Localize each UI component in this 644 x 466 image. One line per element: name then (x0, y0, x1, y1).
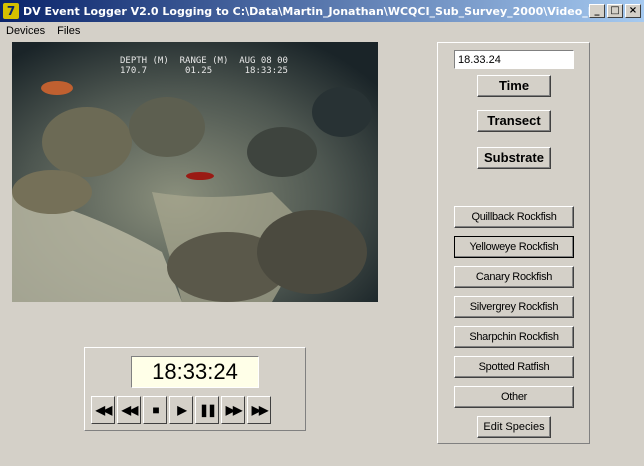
rewind-button[interactable]: ◀◀ (91, 396, 115, 424)
logger-panel: Time Transect Substrate Quillback Rockfi… (437, 42, 590, 444)
menu-files[interactable]: Files (51, 25, 86, 37)
stop-button[interactable]: ■ (143, 396, 167, 424)
time-button[interactable]: Time (477, 75, 551, 97)
transect-button[interactable]: Transect (477, 110, 551, 132)
skip-forward-button[interactable]: ▶▶ (221, 396, 245, 424)
title-bar: 7 DV Event Logger V2.0 Logging to C:\Dat… (0, 0, 644, 22)
playback-panel: 18:33:24 ◀◀ ◀◀ ■ ▶ ❚❚ ▶▶ ▶▶ (84, 347, 306, 431)
species-button-other[interactable]: Other (454, 386, 574, 408)
edit-species-button[interactable]: Edit Species (477, 416, 551, 438)
skip-back-icon: ◀◀ (121, 403, 139, 417)
maximize-button[interactable]: □ (607, 4, 623, 18)
substrate-button[interactable]: Substrate (477, 147, 551, 169)
minimize-button[interactable]: _ (589, 4, 605, 18)
skip-back-button[interactable]: ◀◀ (117, 396, 141, 424)
species-button-yelloweye[interactable]: Yelloweye Rockfish (454, 236, 574, 258)
transport-controls: ◀◀ ◀◀ ■ ▶ ❚❚ ▶▶ ▶▶ (91, 396, 271, 424)
rewind-icon: ◀◀ (95, 403, 113, 417)
species-button-ratfish[interactable]: Spotted Ratfish (454, 356, 574, 378)
pause-button[interactable]: ❚❚ (195, 396, 219, 424)
species-button-canary[interactable]: Canary Rockfish (454, 266, 574, 288)
species-button-quillback[interactable]: Quillback Rockfish (454, 206, 574, 228)
app-icon: 7 (3, 3, 19, 19)
video-frame: DEPTH (M) RANGE (M) AUG 08 00 170.7 01.25… (12, 42, 378, 302)
fish-orange (41, 81, 73, 95)
pause-icon: ❚❚ (198, 403, 217, 417)
playback-time-display: 18:33:24 (131, 356, 259, 388)
play-button[interactable]: ▶ (169, 396, 193, 424)
fish-red (186, 172, 214, 180)
menu-devices[interactable]: Devices (0, 25, 51, 37)
stop-icon: ■ (152, 403, 159, 417)
close-button[interactable]: × (625, 4, 641, 18)
species-button-silvergrey[interactable]: Silvergrey Rockfish (454, 296, 574, 318)
overlay-line-1: DEPTH (M) RANGE (M) AUG 08 00 (120, 56, 288, 66)
species-button-sharpchin[interactable]: Sharpchin Rockfish (454, 326, 574, 348)
fast-forward-button[interactable]: ▶▶ (247, 396, 271, 424)
underwater-scene (12, 42, 378, 302)
video-overlay: DEPTH (M) RANGE (M) AUG 08 00 170.7 01.25… (120, 56, 288, 76)
overlay-line-2: 170.7 01.25 18:33:25 (120, 66, 288, 76)
play-icon: ▶ (177, 403, 186, 417)
window-title: DV Event Logger V2.0 Logging to C:\Data\… (23, 4, 589, 18)
skip-forward-icon: ▶▶ (225, 403, 243, 417)
fast-forward-icon: ▶▶ (251, 403, 269, 417)
menu-bar: Devices Files (0, 22, 644, 40)
time-input[interactable] (454, 50, 574, 69)
